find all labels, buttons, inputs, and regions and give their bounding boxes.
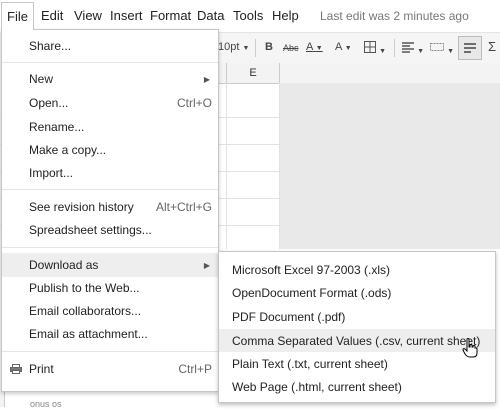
toolbar-divider — [255, 39, 256, 57]
text-color-button[interactable]: A ▼ — [306, 41, 323, 53]
menu-file-label: File — [7, 9, 28, 24]
text-color-label: A — [306, 41, 313, 53]
submenu-item-label: OpenDocument Format (.ods) — [232, 285, 392, 300]
menu-item-import[interactable]: Import... — [2, 161, 218, 185]
sheet-bottom-text: onus os — [30, 399, 62, 409]
fill-color-label: A — [335, 41, 342, 53]
menu-item-email-collaborators[interactable]: Email collaborators... — [2, 299, 218, 323]
menu-item-make-copy[interactable]: Make a copy... — [2, 138, 218, 162]
sheet-empty-area — [280, 83, 500, 249]
download-option-html[interactable]: Web Page (.html, current sheet) — [219, 375, 495, 398]
menu-divider — [2, 351, 218, 352]
download-option-pdf[interactable]: PDF Document (.pdf) — [219, 305, 495, 328]
menu-item-label: Print — [29, 362, 54, 376]
submenu-item-label: PDF Document (.pdf) — [232, 309, 346, 324]
menu-item-rename[interactable]: Rename... — [2, 115, 218, 139]
submenu-arrow-icon: ▶ — [203, 74, 210, 84]
column-header-e[interactable]: E — [226, 63, 280, 83]
menu-help[interactable]: Help — [272, 8, 299, 23]
download-as-submenu: Microsoft Excel 97-2003 (.xls) OpenDocum… — [218, 251, 496, 403]
download-option-xls[interactable]: Microsoft Excel 97-2003 (.xls) — [219, 258, 495, 281]
menu-file[interactable]: File — [1, 2, 34, 30]
download-option-txt[interactable]: Plain Text (.txt, current sheet) — [219, 352, 495, 375]
menu-item-label: Spreadsheet settings... — [29, 223, 152, 237]
strikethrough-button[interactable]: Abc — [283, 43, 299, 53]
menu-item-label: Publish to the Web... — [29, 281, 140, 295]
align-button[interactable]: ▼ — [402, 41, 424, 56]
menu-item-revision-history[interactable]: See revision history Alt+Ctrl+G — [2, 195, 218, 219]
chevron-down-icon: ▼ — [447, 48, 454, 55]
menu-item-label: Rename... — [29, 120, 85, 134]
submenu-item-label: Web Page (.html, current sheet) — [232, 379, 402, 394]
toolbar-divider — [394, 39, 395, 57]
font-size-select[interactable]: 10pt ▼ — [218, 41, 249, 53]
menu-item-label: New — [29, 72, 54, 86]
menu-item-new[interactable]: New ▶ — [2, 67, 218, 91]
menu-data[interactable]: Data — [197, 8, 224, 23]
shortcut-text: Ctrl+O — [176, 96, 212, 110]
menu-item-download-as[interactable]: Download as ▶ — [2, 253, 218, 277]
chevron-down-icon: ▼ — [242, 45, 250, 52]
submenu-item-label: Comma Separated Values (.csv, current sh… — [232, 333, 481, 348]
submenu-item-label: Plain Text (.txt, current sheet) — [232, 356, 388, 371]
shortcut-text: Alt+Ctrl+G — [155, 200, 212, 214]
menu-divider — [2, 62, 218, 63]
merge-button[interactable]: ▼ — [430, 41, 454, 56]
menu-item-label: Make a copy... — [29, 143, 107, 157]
menu-item-label: Import... — [29, 166, 74, 180]
menu-item-print[interactable]: Print Ctrl+P — [2, 357, 218, 381]
merge-icon — [430, 43, 444, 51]
file-menu: Share... New ▶ Open... Ctrl+O Rename... Ma… — [1, 29, 219, 392]
font-size-value: 10pt — [218, 41, 240, 53]
chevron-down-icon: ▼ — [417, 48, 424, 55]
menu-item-label: Open... — [29, 96, 69, 110]
menu-bar: File Edit View Insert Format Data Tools … — [0, 0, 500, 30]
borders-button[interactable]: ▼ — [364, 41, 386, 56]
menu-item-label: See revision history — [29, 200, 134, 214]
menu-item-publish[interactable]: Publish to the Web... — [2, 276, 218, 300]
menu-item-open[interactable]: Open... Ctrl+O — [2, 91, 218, 115]
menu-item-label: Download as — [29, 258, 99, 272]
menu-item-spreadsheet-settings[interactable]: Spreadsheet settings... — [2, 218, 218, 242]
wrap-text-icon — [464, 43, 476, 53]
menu-item-share[interactable]: Share... — [2, 34, 218, 58]
menu-item-label: Email collaborators... — [29, 304, 142, 318]
download-option-ods[interactable]: OpenDocument Format (.ods) — [219, 281, 495, 304]
menu-format[interactable]: Format — [150, 8, 191, 23]
chevron-down-icon: ▼ — [379, 48, 386, 55]
borders-icon — [364, 41, 376, 53]
download-option-csv[interactable]: Comma Separated Values (.csv, current sh… — [219, 329, 495, 352]
last-edit-status[interactable]: Last edit was 2 minutes ago — [320, 9, 469, 23]
menu-edit[interactable]: Edit — [41, 8, 63, 23]
chevron-down-icon: ▼ — [315, 45, 323, 52]
functions-button[interactable]: Σ — [488, 39, 496, 54]
menu-insert[interactable]: Insert — [110, 8, 143, 23]
menu-item-email-attachment[interactable]: Email as attachment... — [2, 322, 218, 346]
menu-divider — [2, 247, 218, 248]
hand-cursor-icon — [462, 338, 478, 358]
menu-view[interactable]: View — [74, 8, 102, 23]
menu-tools[interactable]: Tools — [233, 8, 263, 23]
printer-icon — [10, 364, 22, 374]
submenu-arrow-icon: ▶ — [203, 260, 210, 270]
chevron-down-icon: ▼ — [344, 45, 352, 52]
menu-item-label: Email as attachment... — [29, 327, 148, 341]
submenu-item-label: Microsoft Excel 97-2003 (.xls) — [232, 262, 391, 277]
align-left-icon — [402, 42, 414, 53]
fill-color-button[interactable]: A ▼ — [335, 41, 352, 53]
bold-button[interactable]: B — [265, 41, 273, 53]
menu-divider — [2, 189, 218, 190]
wrap-text-button[interactable] — [458, 36, 482, 60]
menu-item-label: Share... — [29, 39, 72, 53]
shortcut-text: Ctrl+P — [178, 362, 212, 376]
